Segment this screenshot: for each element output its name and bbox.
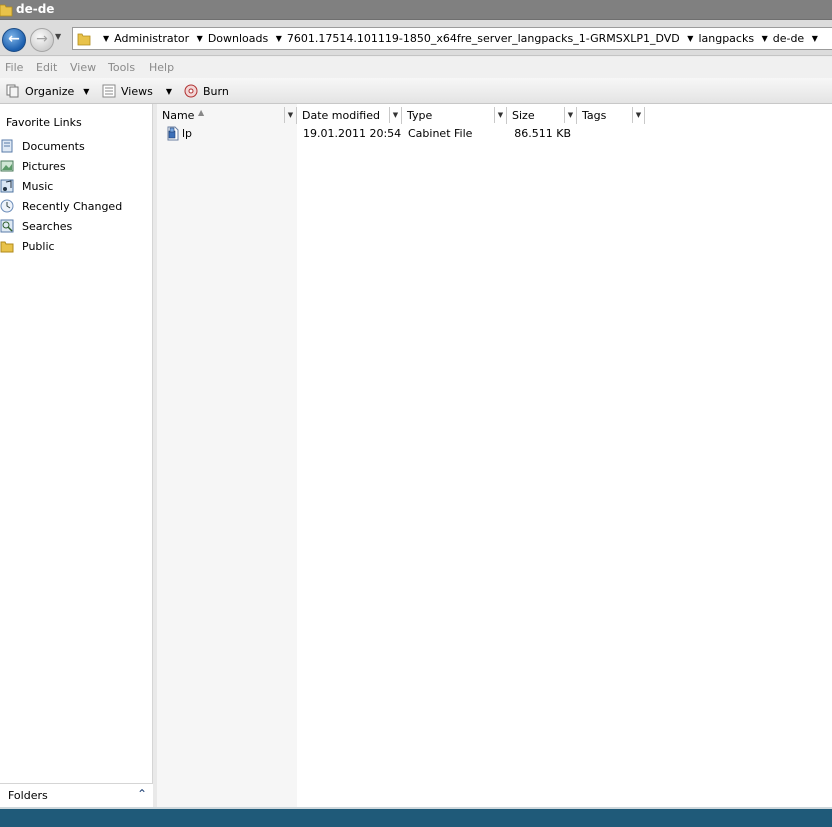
favorite-link-public[interactable]: Public — [0, 237, 150, 255]
menu-edit[interactable]: Edit — [36, 61, 57, 74]
favorite-link-label: Pictures — [22, 159, 66, 173]
window-title: de-de — [16, 2, 55, 16]
column-header-type[interactable]: Type ▼ — [402, 107, 507, 124]
recently-changed-icon — [0, 199, 14, 213]
address-bar[interactable]: ▼ Administrator ▼ Downloads ▼ 7601.17514.10… — [72, 27, 832, 50]
favorite-link-music[interactable]: Music — [0, 177, 150, 195]
favorite-link-label: Recently Changed — [22, 199, 123, 213]
back-button[interactable]: ← — [2, 28, 26, 52]
chevron-down-icon: ▼ — [83, 86, 90, 96]
menu-help[interactable]: Help — [149, 61, 174, 74]
breadcrumb-item[interactable]: 7601.17514.101119-1850_x64fre_server_lan… — [287, 32, 680, 45]
favorite-link-label: Public — [22, 239, 55, 253]
command-toolbar: Organize ▼ Views ▼ Burn — [0, 78, 832, 104]
menu-tools[interactable]: Tools — [108, 61, 135, 74]
file-date-modified: 19.01.2011 20:54 — [303, 127, 402, 140]
breadcrumb-arrow-icon[interactable]: ▼ — [762, 34, 768, 43]
favorite-link-label: Searches — [22, 219, 73, 233]
file-list: Name ▲ ▼ Date modified ▼ Type ▼ Size ▼ T… — [157, 104, 832, 807]
folders-toggle[interactable]: Folders ⌃ — [0, 783, 153, 807]
burn-disc-icon — [184, 84, 198, 98]
organize-icon — [6, 84, 19, 98]
menu-file[interactable]: File — [5, 61, 23, 74]
column-header-label: Type — [407, 109, 433, 122]
chevron-down-icon: ▼ — [165, 86, 172, 96]
breadcrumb-arrow-icon[interactable]: ▼ — [197, 34, 203, 43]
column-dropdown-icon[interactable]: ▼ — [564, 107, 576, 123]
column-dropdown-icon[interactable]: ▼ — [284, 107, 296, 123]
column-header-tags[interactable]: Tags ▼ — [577, 107, 645, 124]
breadcrumb-item[interactable]: Downloads — [208, 32, 268, 45]
views-button[interactable]: Views ▼ — [102, 83, 172, 99]
breadcrumb: ▼ Administrator ▼ Downloads ▼ 7601.17514.10… — [99, 32, 823, 45]
column-header-label: Tags — [582, 109, 607, 122]
column-header-label: Date modified — [302, 109, 380, 122]
music-icon — [0, 179, 14, 193]
breadcrumb-arrow-icon[interactable]: ▼ — [276, 34, 282, 43]
favorite-link-label: Music — [22, 179, 54, 193]
breadcrumb-arrow-icon[interactable]: ▼ — [812, 34, 818, 43]
cabinet-file-icon — [167, 126, 179, 141]
forward-arrow-icon: → — [36, 31, 48, 47]
favorite-link-documents[interactable]: Documents — [0, 137, 150, 155]
sorted-column-highlight — [157, 104, 297, 807]
column-header-date-modified[interactable]: Date modified ▼ — [297, 107, 402, 124]
breadcrumb-arrow-icon[interactable]: ▼ — [103, 34, 109, 43]
breadcrumb-item[interactable]: langpacks — [698, 32, 754, 45]
searches-icon — [0, 219, 14, 233]
back-arrow-icon: ← — [8, 31, 20, 47]
breadcrumb-arrow-icon[interactable]: ▼ — [687, 34, 693, 43]
column-header-size[interactable]: Size ▼ — [507, 107, 577, 124]
file-size: 86.511 KB — [514, 127, 571, 140]
column-header-label: Size — [512, 109, 535, 122]
public-folder-icon — [0, 241, 14, 253]
sort-ascending-icon: ▲ — [198, 108, 205, 117]
file-name: lp — [182, 127, 193, 140]
file-type: Cabinet File — [408, 127, 473, 140]
favorite-link-pictures[interactable]: Pictures — [0, 157, 150, 175]
file-row[interactable]: lp 19.01.2011 20:54 Cabinet File 86.511 … — [157, 124, 832, 142]
navigation-pane: Favorite Links Documents Pictures Music … — [0, 104, 153, 807]
breadcrumb-item[interactable]: Administrator — [114, 32, 189, 45]
column-dropdown-icon[interactable]: ▼ — [632, 107, 644, 123]
burn-label: Burn — [203, 84, 229, 98]
recent-pages-dropdown[interactable]: ▼ — [55, 32, 61, 41]
favorite-links-heading: Favorite Links — [6, 116, 82, 129]
column-dropdown-icon[interactable]: ▼ — [389, 107, 401, 123]
title-bar: de-de — [0, 0, 832, 20]
views-label: Views — [121, 84, 153, 98]
breadcrumb-item[interactable]: de-de — [773, 32, 804, 45]
column-header-label: Name — [162, 109, 195, 122]
menu-bar: File Edit View Tools Help — [0, 57, 832, 78]
menu-view[interactable]: View — [70, 61, 96, 74]
pictures-icon — [0, 160, 14, 172]
taskbar — [0, 807, 832, 827]
views-icon — [102, 84, 116, 98]
folder-icon — [0, 4, 13, 17]
forward-button[interactable]: → — [30, 28, 54, 52]
organize-label: Organize — [25, 84, 75, 98]
column-dropdown-icon[interactable]: ▼ — [494, 107, 506, 123]
favorite-link-searches[interactable]: Searches — [0, 217, 150, 235]
favorite-link-label: Documents — [22, 139, 85, 153]
chevron-up-icon: ⌃ — [136, 787, 147, 801]
organize-button[interactable]: Organize ▼ — [6, 83, 89, 99]
folder-icon — [77, 33, 91, 46]
documents-icon — [1, 139, 13, 153]
column-header-name[interactable]: Name ▲ ▼ — [157, 107, 297, 124]
favorite-link-recently-changed[interactable]: Recently Changed — [0, 197, 150, 215]
burn-button[interactable]: Burn — [184, 83, 229, 99]
folders-label: Folders — [8, 789, 48, 802]
